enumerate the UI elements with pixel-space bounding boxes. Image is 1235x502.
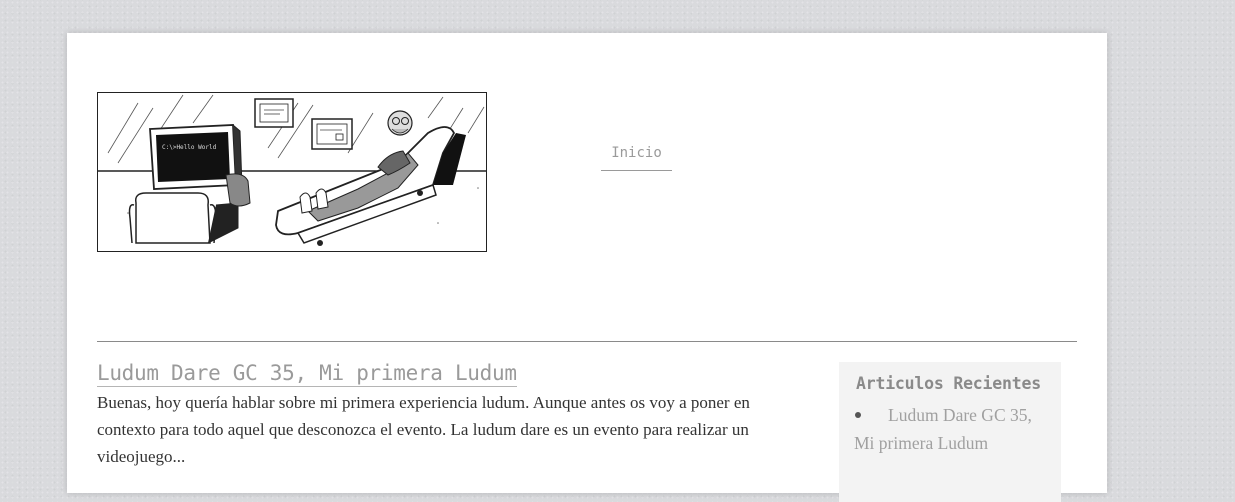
main-navigation: Inicio [601, 145, 672, 171]
recent-post-link[interactable]: Ludum Dare GC 35, Mi primera Ludum [854, 405, 1032, 453]
widget-title: Articulos Recientes [856, 374, 1041, 393]
comic-illustration: C:\>Hello World [98, 94, 486, 246]
post-entry: Ludum Dare GC 35, Mi primera Ludum Buena… [97, 361, 757, 470]
sidebar-recent-posts-widget: Articulos Recientes Ludum Dare GC 35, Mi… [839, 362, 1061, 502]
header-banner-image[interactable]: C:\>Hello World [97, 92, 487, 252]
nav-item-inicio[interactable]: Inicio [601, 145, 672, 171]
recent-posts-list: Ludum Dare GC 35, Mi primera Ludum [854, 401, 1047, 457]
page-container: C:\>Hello World Inicio Ludum Dare GC 35,… [67, 33, 1107, 502]
header-divider [97, 341, 1077, 342]
screen-text: C:\>Hello World [162, 144, 217, 151]
bullet-icon [855, 412, 861, 418]
post-title-link[interactable]: Ludum Dare GC 35, Mi primera Ludum [97, 361, 517, 387]
recent-post-item[interactable]: Ludum Dare GC 35, Mi primera Ludum [854, 401, 1047, 457]
post-excerpt: Buenas, hoy quería hablar sobre mi prime… [97, 393, 750, 466]
